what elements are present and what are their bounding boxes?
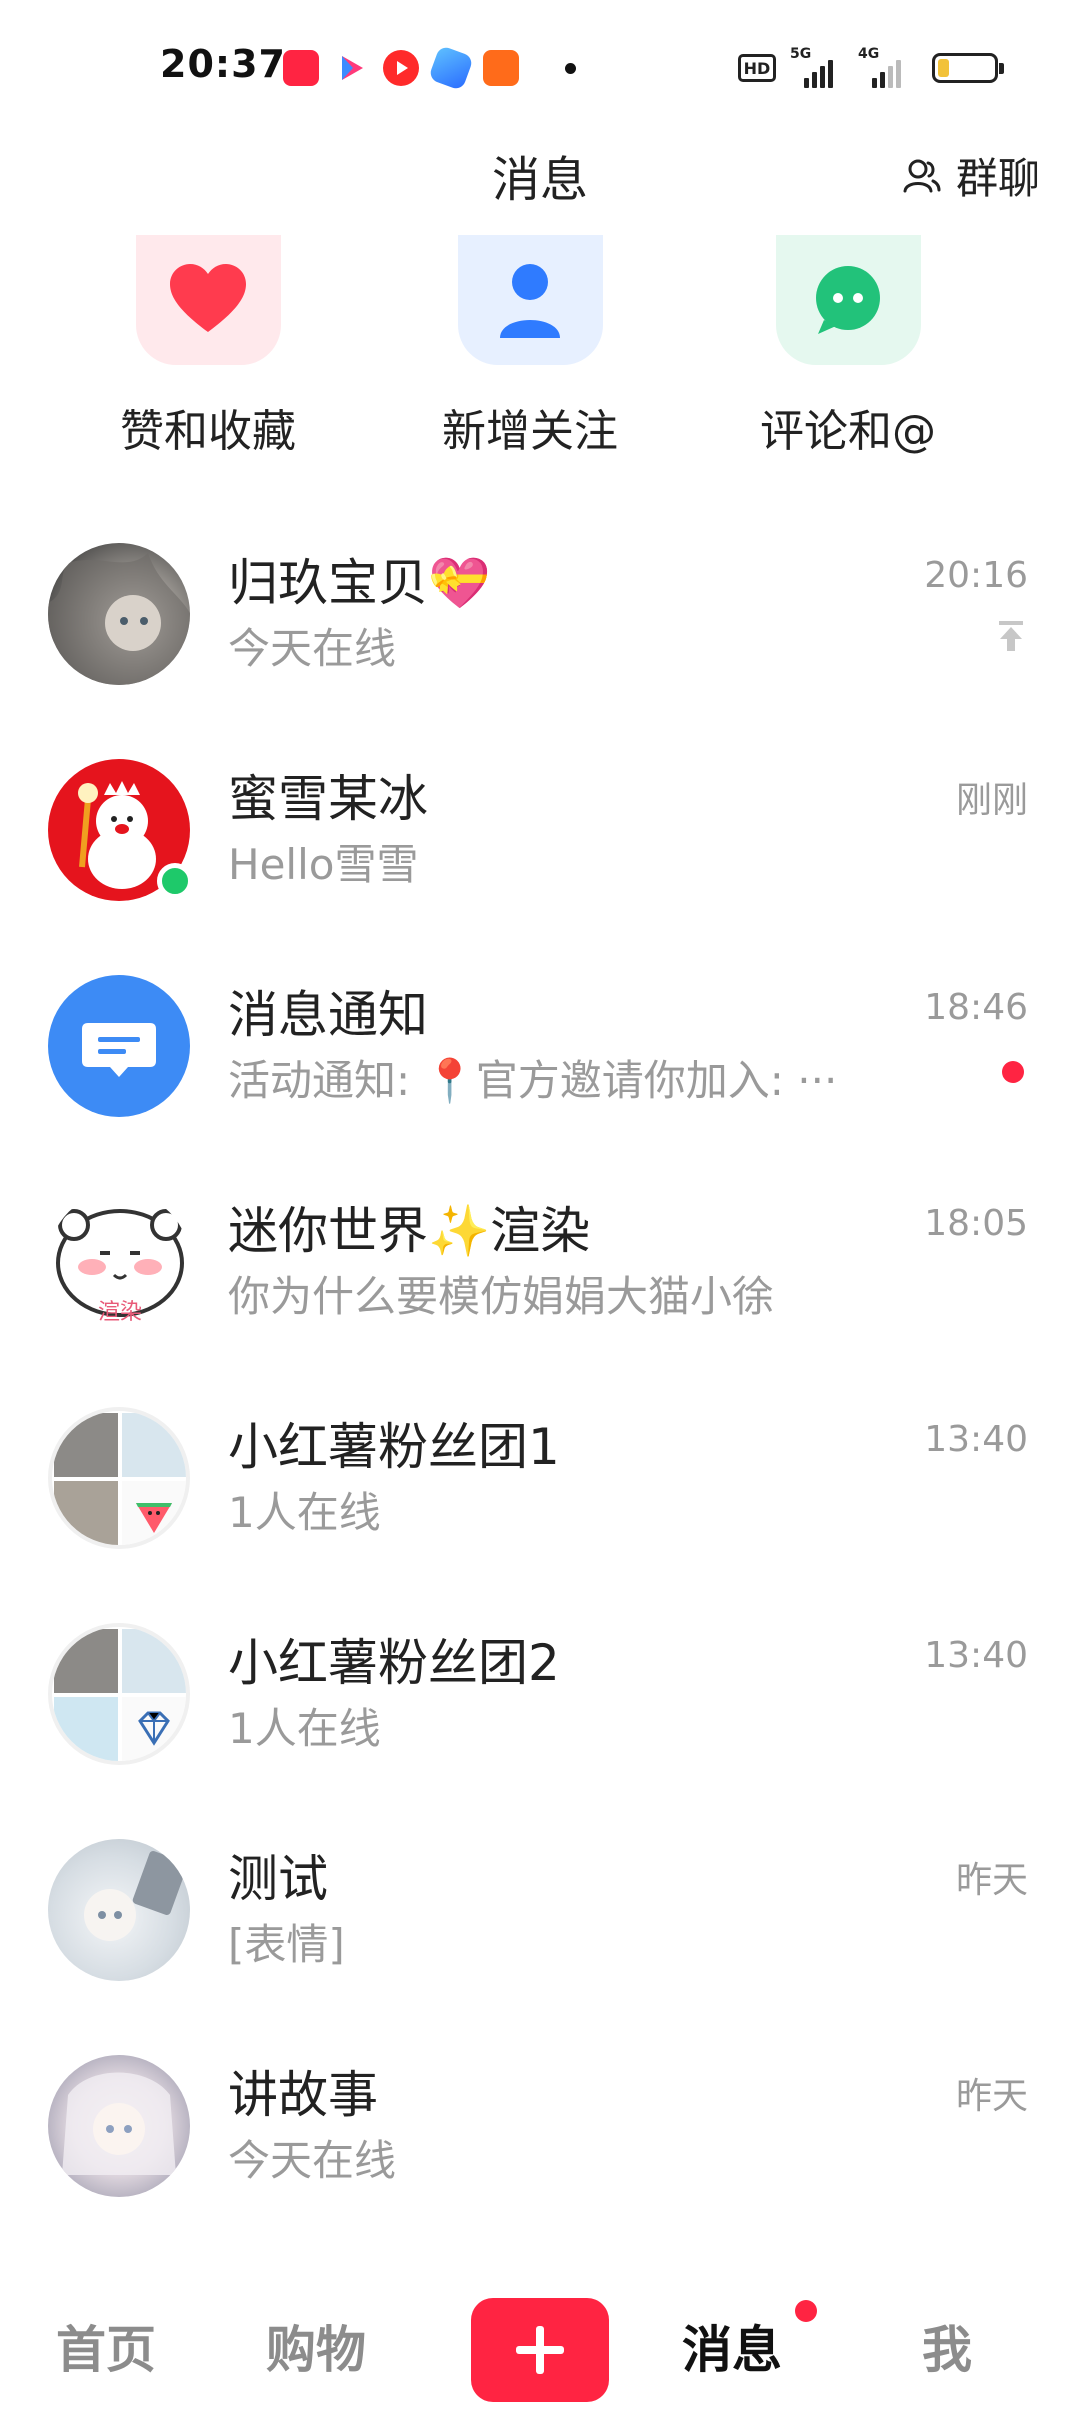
signal-5g-icon: 5G [790,46,840,88]
conversation-preview: 活动通知: 📍官方邀请你加入: ··· [228,1056,838,1105]
app-notification-icon [283,50,319,86]
conversation-name: 消息通知 [228,986,428,1044]
group-chat-label: 群聊 [955,154,1040,203]
conversation-row[interactable]: 渲染 迷你世界✨渲染 你为什么要模仿娟娟大猫小徐 18:05 [0,1153,1080,1369]
comments-and-mentions-entry[interactable]: 评论和@ [728,235,968,459]
svg-text:渲染: 渲染 [98,1300,142,1325]
people-icon [903,159,941,192]
unread-dot [1002,1061,1024,1083]
tab-home[interactable]: 首页 [56,2310,156,2382]
conversation-preview: 你为什么要模仿娟娟大猫小徐 [228,1272,775,1321]
more-notifications-dot [565,63,576,74]
avatar: 渲染 [48,1191,190,1333]
conversation-preview: [表情] [228,1920,345,1969]
group-chat-button[interactable]: 群聊 [900,145,1040,206]
play-app-icon [333,50,369,86]
conversation-preview: 今天在线 [228,2136,397,2185]
tab-me[interactable]: 我 [922,2310,972,2382]
pin-to-top-icon [999,621,1023,651]
conversation-row[interactable]: 蜜雪某冰 Hello雪雪 刚刚 [0,721,1080,937]
conversation-row[interactable]: 消息通知 活动通知: 📍官方邀请你加入: ··· 18:46 [0,937,1080,1153]
tab-shop[interactable]: 购物 [266,2310,366,2382]
conversation-row[interactable]: 小红薯粉丝团2 1人在线 13:40 [0,1585,1080,1801]
video-app-icon [383,50,419,86]
messages-unread-dot [795,2300,817,2322]
conversation-name: 蜜雪某冰 [228,770,428,828]
conversation-time: 昨天 [955,1860,1028,1901]
plus-icon [516,2326,564,2374]
conversation-preview: 1人在线 [228,1704,381,1753]
conversation-time: 18:05 [924,1203,1028,1244]
conversation-time: 18:46 [924,987,1028,1028]
conversation-name: 讲故事 [228,2066,378,2124]
online-status-dot [157,863,193,899]
conversation-time: 昨天 [955,2076,1028,2117]
quick-entries: 赞和收藏 新增关注 评论和@ [0,235,1080,465]
kuaishou-app-icon [483,50,519,86]
conversation-name: 归玖宝贝💝 [228,554,491,612]
group-avatar [48,1623,190,1765]
conversation-name: 小红薯粉丝团2 [228,1634,560,1692]
conversation-time: 13:40 [924,1419,1028,1460]
conversation-time: 20:16 [924,555,1028,596]
avatar [48,543,190,685]
conversation-preview: 1人在线 [228,1488,381,1537]
conversation-row[interactable]: 测试 [表情] 昨天 [0,1801,1080,2017]
avatar [48,2055,190,2197]
conversation-preview: 今天在线 [228,624,397,673]
blue-app-icon [427,44,475,92]
likes-and-favorites-entry[interactable]: 赞和收藏 [88,235,328,459]
conversation-row[interactable]: 归玖宝贝💝 今天在线 20:16 [0,505,1080,721]
notification-avatar [48,975,190,1117]
person-icon [457,235,603,365]
avatar [48,1839,190,1981]
conversation-row[interactable]: 小红薯粉丝团1 1人在线 13:40 [0,1369,1080,1585]
new-followers-entry[interactable]: 新增关注 [410,235,650,459]
status-time: 20:37 [160,42,286,86]
bottom-navigation: 首页 购物 消息 我 [0,2280,1080,2412]
tab-messages[interactable]: 消息 [682,2310,782,2382]
create-post-button[interactable] [471,2298,609,2402]
conversation-time: 刚刚 [955,780,1028,821]
status-bar: 20:37 HD 5G 4G [0,0,1080,130]
battery-icon [932,53,1004,83]
chat-bubble-icon [775,235,921,365]
group-avatar [48,1407,190,1549]
signal-4g-icon: 4G [858,46,908,88]
conversation-name: 小红薯粉丝团1 [228,1418,560,1476]
conversation-time: 13:40 [924,1635,1028,1676]
heart-icon [135,235,281,365]
conversation-name: 迷你世界✨渲染 [228,1202,591,1260]
conversation-name: 测试 [228,1850,328,1908]
conversation-row[interactable]: 讲故事 今天在线 昨天 [0,2017,1080,2233]
hd-voice-icon: HD [738,54,776,82]
conversation-preview: Hello雪雪 [228,840,419,889]
